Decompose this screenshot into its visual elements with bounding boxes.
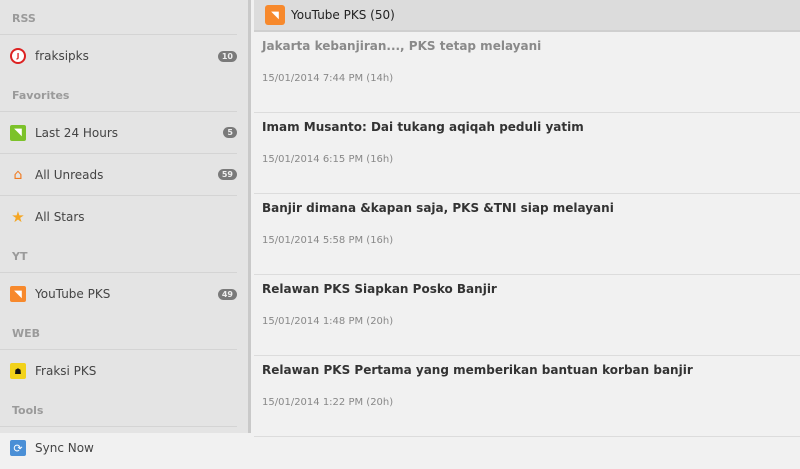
- section-header-rss: RSS: [0, 0, 237, 35]
- sidebar-item-fraksipks[interactable]: J fraksipks 10: [0, 35, 237, 77]
- sidebar-item-fraksi-pks[interactable]: ☗ Fraksi PKS: [0, 350, 237, 392]
- article-date: 15/01/2014 6:15 PM (16h): [262, 154, 394, 165]
- section-header-favorites: Favorites: [0, 77, 237, 112]
- unread-badge: 59: [217, 169, 237, 180]
- unreads-icon: ⌂: [13, 166, 23, 183]
- unread-badge: 10: [217, 50, 237, 62]
- article-title: Imam Musanto: Dai tukang aqiqah peduli y…: [262, 120, 584, 134]
- fraksipks-logo-icon: J: [10, 48, 26, 64]
- section-header-tools: Tools: [0, 392, 237, 427]
- article-list-pane: ◥ YouTube PKS (50) Jakarta kebanjiran...…: [254, 0, 800, 437]
- rss-icon: ◥: [265, 5, 285, 25]
- article-item[interactable]: Relawan PKS Pertama yang memberikan bant…: [254, 356, 800, 437]
- sidebar-item-youtube-pks[interactable]: ◥ YouTube PKS 49: [0, 273, 237, 315]
- article-title: Banjir dimana &kapan saja, PKS &TNI siap…: [262, 201, 614, 215]
- article-item[interactable]: Jakarta kebanjiran..., PKS tetap melayan…: [254, 32, 800, 113]
- article-item[interactable]: Banjir dimana &kapan saja, PKS &TNI siap…: [254, 194, 800, 275]
- article-date: 15/01/2014 1:22 PM (20h): [262, 397, 394, 408]
- article-item[interactable]: Imam Musanto: Dai tukang aqiqah peduli y…: [254, 113, 800, 194]
- article-item[interactable]: Relawan PKS Siapkan Posko Banjir 15/01/20…: [254, 275, 800, 356]
- sidebar-item-all-stars[interactable]: ★ All Stars: [0, 196, 237, 238]
- article-title: Jakarta kebanjiran..., PKS tetap melayan…: [262, 39, 542, 53]
- sync-icon: ⟳: [10, 440, 26, 456]
- rss-icon: ◥: [10, 286, 26, 302]
- article-title: Relawan PKS Pertama yang memberikan bant…: [262, 363, 693, 377]
- article-date: 15/01/2014 1:48 PM (20h): [262, 316, 394, 327]
- section-header-yt: YT: [0, 238, 237, 273]
- article-date: 15/01/2014 5:58 PM (16h): [262, 235, 394, 246]
- section-header-web: WEB: [0, 315, 237, 350]
- sidebar-item-all-unreads[interactable]: ⌂ All Unreads 59: [0, 154, 237, 196]
- feed-header: ◥ YouTube PKS (50): [254, 0, 800, 32]
- article-title: Relawan PKS Siapkan Posko Banjir: [262, 282, 497, 296]
- unread-badge: 5: [223, 127, 237, 138]
- fraksi-pks-logo-icon: ☗: [10, 363, 26, 379]
- sidebar-item-last-24-hours[interactable]: ◥ Last 24 Hours 5: [0, 112, 237, 154]
- unread-badge: 49: [217, 288, 237, 300]
- star-icon: ★: [11, 208, 25, 226]
- sidebar: RSS J fraksipks 10 Favorites ◥ Last 24 H…: [0, 0, 251, 456]
- sidebar-item-sync-now[interactable]: ⟳ Sync Now: [0, 427, 237, 469]
- feed-title: YouTube PKS (50): [291, 8, 395, 22]
- article-date: 15/01/2014 7:44 PM (14h): [262, 73, 394, 84]
- rss-green-icon: ◥: [10, 124, 26, 141]
